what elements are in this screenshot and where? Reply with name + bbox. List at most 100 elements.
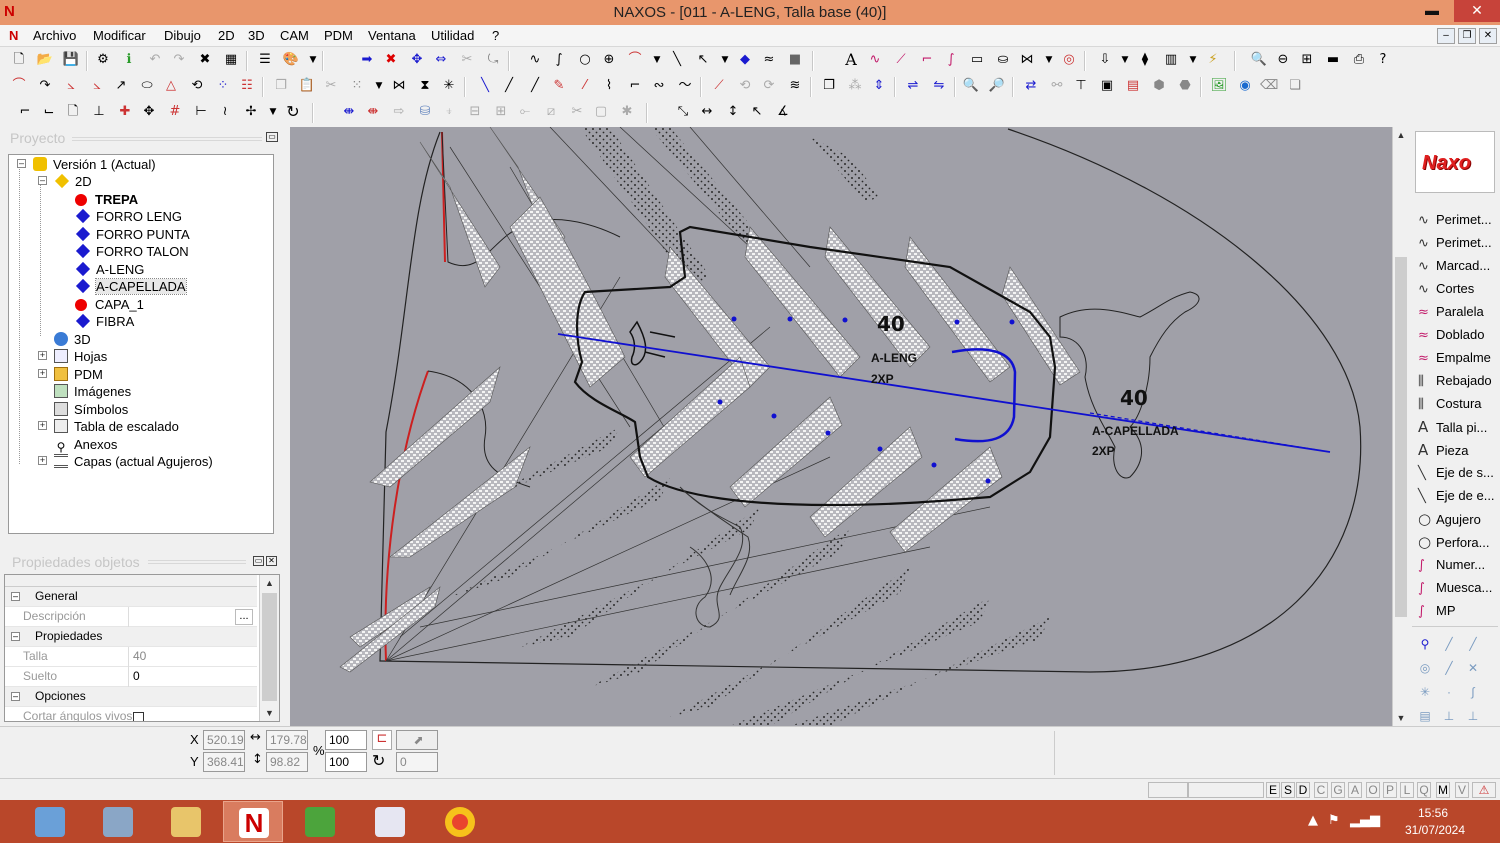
tool-empalme[interactable]: ≈ Empalme (1418, 348, 1491, 368)
a-capellada-outline[interactable] (1059, 291, 1200, 479)
zoom-all-icon[interactable]: ⊞ (1298, 51, 1316, 69)
tree-node-a-leng[interactable]: A-LENG (75, 261, 144, 278)
step-icon[interactable]: ⌐ (626, 77, 644, 95)
palette-icon[interactable]: 🎨 (282, 51, 300, 69)
scale-x-field[interactable]: 100 (325, 730, 367, 750)
pin-icon[interactable]: ⍖ (440, 103, 458, 121)
polyline-icon[interactable]: ∿ (526, 51, 544, 69)
status-flag-l[interactable]: L (1400, 782, 1414, 798)
pointer-icon[interactable]: ↖ (694, 51, 712, 69)
group-icon[interactable]: ⋈ (1018, 51, 1036, 69)
split-icon[interactable]: ⊟ (466, 103, 484, 121)
document-icon[interactable]: N (9, 28, 18, 43)
status-flag-p[interactable]: P (1383, 782, 1397, 798)
hash-icon[interactable]: # (166, 103, 184, 121)
loop-icon[interactable]: ⟲ (188, 77, 206, 95)
category-opciones[interactable]: – Opciones (5, 687, 257, 707)
minimize-button[interactable]: ▬ (1417, 0, 1447, 22)
tree-node-capa-1[interactable]: CAPA_1 (75, 296, 144, 313)
chevron-down-icon-7[interactable]: ▼ (370, 77, 388, 95)
network-icon[interactable]: ▂▄▆ (1350, 813, 1380, 828)
new-file-icon[interactable]: 🗋 (10, 51, 28, 69)
align-icon[interactable]: ⊤ (1072, 77, 1090, 95)
slash-icon[interactable]: ╱ (500, 77, 518, 95)
pattern-drawing[interactable]: 40 A-LENG 2XP 40 A-CAPELLADA 2XP (290, 127, 1392, 726)
chamfer-icon[interactable]: ⦣ (62, 77, 80, 95)
fill-icon[interactable]: ■ (786, 51, 804, 69)
tree-node-simbolos[interactable]: Símbolos (54, 401, 128, 418)
line-icon[interactable]: ╲ (668, 51, 686, 69)
arrow-grey-icon[interactable]: ⇨ (390, 103, 408, 121)
arc-icon[interactable]: ⌒ (626, 51, 644, 69)
chevron-down-icon-6[interactable]: ▼ (1184, 51, 1202, 69)
box-grey-icon[interactable]: ▢ (592, 103, 610, 121)
diag-icon[interactable]: ⧄ (542, 103, 560, 121)
link-2-icon[interactable]: ⚯ (1048, 77, 1066, 95)
zoom-out-2-icon[interactable]: 🔎 (988, 77, 1006, 95)
tree-node-pdm[interactable]: + PDM (38, 366, 103, 383)
image-icon[interactable]: 🖼 (1210, 77, 1228, 95)
rotation-field[interactable]: 0 (396, 752, 438, 772)
tool-rebajado[interactable]: ⫼ Rebajado (1418, 371, 1492, 391)
graph-icon[interactable]: ≋ (786, 77, 804, 95)
ruler-icon-small-3[interactable]: ⊥ (1464, 707, 1482, 725)
panel-close-button[interactable]: ✕ (266, 556, 277, 566)
chevron-down-icon-3[interactable]: ▼ (716, 51, 734, 69)
status-flag-q[interactable]: Q (1417, 782, 1431, 798)
tree-node-forro-leng[interactable]: FORRO LENG (75, 208, 182, 225)
taskbar-calculator[interactable] (20, 801, 80, 842)
save-icon[interactable]: 💾 (62, 51, 80, 69)
wave-icon[interactable]: ∿ (866, 51, 884, 69)
circle-tool-icon[interactable]: ○ (576, 51, 594, 69)
status-flag-g[interactable]: G (1331, 782, 1345, 798)
status-flag-e[interactable]: E (1266, 782, 1280, 798)
flip-horizontal-icon[interactable]: ⋈ (390, 77, 408, 95)
draw-red-icon[interactable]: ⟋ (710, 77, 728, 95)
tool-marcado[interactable]: ∿ Marcad... (1418, 256, 1490, 276)
move-icon[interactable]: ✥ (408, 51, 426, 69)
tree-node-forro-talon[interactable]: FORRO TALON (75, 243, 189, 260)
rectangle-icon[interactable]: ▭ (968, 51, 986, 69)
tool-paralela[interactable]: ≈ Paralela (1418, 302, 1484, 322)
curve-2-icon[interactable]: ∾ (650, 77, 668, 95)
paste-icon[interactable]: 📋 (298, 77, 316, 95)
node-icon[interactable]: ◆ (736, 51, 754, 69)
rotate-right-icon[interactable]: ⟳ (760, 77, 778, 95)
eraser-icon[interactable]: ⌫ (1260, 77, 1278, 95)
taskbar-leaf[interactable] (290, 801, 350, 842)
tree-node-anexos[interactable]: ⚲ Anexos (54, 436, 118, 454)
corner-2-icon[interactable]: ⌙ (40, 103, 58, 121)
ruler-icon[interactable]: ▬ (1324, 51, 1342, 69)
grid-icon[interactable]: ⁘ (214, 77, 232, 95)
updown-icon[interactable]: ⇕ (870, 77, 888, 95)
stitch-line-icon[interactable]: ⟋ (892, 51, 910, 69)
redo-icon[interactable]: ↷ (170, 51, 188, 69)
refresh-icon[interactable]: ↻ (284, 103, 302, 121)
flag-icon[interactable]: ⚑ (1328, 813, 1340, 828)
dim-2-icon[interactable]: ⊢ (192, 103, 210, 121)
delete-icon[interactable]: ✖ (196, 51, 214, 69)
cross-icon[interactable]: ✚ (116, 103, 134, 121)
tool-perimetro-2[interactable]: ∿ Perimet... (1418, 233, 1492, 253)
open-folder-icon[interactable]: 📂 (36, 51, 54, 69)
mirror-icon[interactable]: ⇔ (432, 51, 450, 69)
ruler-icon-small[interactable]: ▤ (1416, 707, 1434, 725)
tree-node-3d[interactable]: 3D (54, 331, 91, 348)
double-arrow-red-icon[interactable]: ⇼ (364, 103, 382, 121)
cancel-icon[interactable]: ✖ (382, 51, 400, 69)
settings-gear-icon[interactable]: ⚙ (94, 51, 112, 69)
tool-perforado[interactable]: ○ Perfora... (1418, 532, 1489, 552)
shape-icon[interactable]: ⬢ (1150, 77, 1168, 95)
status-flag-d[interactable]: D (1296, 782, 1310, 798)
node-grey-icon[interactable]: ⟜ (516, 103, 534, 121)
prop-suelto[interactable]: Suelto 0 (5, 667, 257, 687)
stack-icon[interactable]: ❏ (1286, 77, 1304, 95)
rotate-left-icon[interactable]: ⟲ (736, 77, 754, 95)
measure-h-icon[interactable]: ↔ (698, 103, 716, 121)
divide-icon[interactable]: ⁄ (576, 77, 594, 95)
tool-doblado[interactable]: ≈ Doblado (1418, 325, 1484, 345)
scissor-grey-icon[interactable]: ✂ (568, 103, 586, 121)
mark-icon[interactable]: ∫ (942, 51, 960, 69)
tree-node-hojas[interactable]: + Hojas (38, 348, 107, 365)
tool-perimetro-1[interactable]: ∿ Perimet... (1418, 210, 1492, 230)
